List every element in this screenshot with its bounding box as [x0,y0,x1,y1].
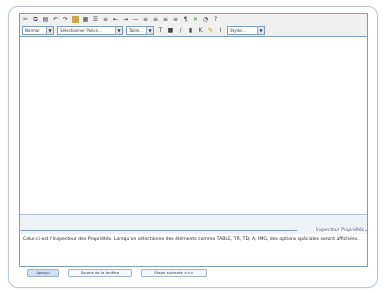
inspector-divider-end [365,230,367,231]
style-select-value: Styles... [230,28,246,33]
tab-source[interactable]: Source de la fenêtre [68,269,132,277]
find-icon[interactable]: ◔ [202,16,209,23]
tab-label: Aperçu [36,270,50,275]
image-icon[interactable] [72,16,79,23]
strikethrough-icon[interactable]: K [197,27,204,34]
chevron-down-icon: ▼ [146,27,153,34]
help-icon[interactable]: ? [212,16,219,23]
paragraph-icon[interactable]: ¶ [182,16,189,23]
highlight-icon[interactable]: ✎ [207,27,214,34]
outdent-icon[interactable]: ⇤ [112,16,119,23]
tab-label: Étape suivante >>> [154,270,194,275]
chevron-down-icon: ▼ [257,27,264,34]
inspector-header: Inspecteur Propriétés [20,214,367,234]
undo-icon[interactable]: ↶ [52,16,59,23]
size-select[interactable]: Taille... ▼ [126,26,154,35]
redo-icon[interactable]: ↷ [62,16,69,23]
cut-icon[interactable]: ✂ [22,16,29,23]
justify-icon[interactable]: ≡ [172,16,179,23]
toolbar-row-1: ✂ ⧉ ▤ ↶ ↷ ▦ ☰ ≡ ⇤ ⇥ — ≡ ≡ ≡ ≡ ¶ ✕ ◔ ? [20,14,367,25]
font-select-value: Sélectionner Police... [60,28,102,33]
tab-next-step[interactable]: Étape suivante >>> [141,269,207,277]
chevron-down-icon: ▼ [115,27,122,34]
inspector-text: Celui-ci est l'Inspecteur des Propriétés… [23,237,359,242]
format-select-value: Normal [25,28,40,33]
chevron-down-icon: ▼ [46,27,53,34]
align-center-icon[interactable]: ≡ [152,16,159,23]
editor-content-area[interactable] [20,38,367,214]
inspector-divider [21,230,297,231]
bullet-list-icon[interactable]: ☰ [92,16,99,23]
link-icon[interactable]: ⌇ [217,27,224,34]
horizontal-rule-icon[interactable]: — [132,16,139,23]
format-select[interactable]: Normal ▼ [22,26,54,35]
text-format-icon[interactable]: T [157,27,164,34]
italic-icon[interactable]: / [177,27,184,34]
tab-label: Source de la fenêtre [80,270,120,275]
style-select[interactable]: Styles... ▼ [227,26,265,35]
table-icon[interactable]: ▦ [82,16,89,23]
align-left-icon[interactable]: ≡ [142,16,149,23]
inspector-title: Inspecteur Propriétés [314,228,365,233]
bold-icon[interactable]: ■ [167,27,174,34]
numbered-list-icon[interactable]: ≡ [102,16,109,23]
indent-icon[interactable]: ⇥ [122,16,129,23]
html-editor: ✂ ⧉ ▤ ↶ ↷ ▦ ☰ ≡ ⇤ ⇥ — ≡ ≡ ≡ ≡ ¶ ✕ ◔ ? No… [19,13,368,267]
underline-icon[interactable]: ▮ [187,27,194,34]
clean-html-icon[interactable]: ✕ [192,16,199,23]
size-select-value: Taille... [129,28,143,33]
paste-icon[interactable]: ▤ [42,16,49,23]
view-tabs: Aperçu Source de la fenêtre Étape suivan… [27,269,216,277]
copy-icon[interactable]: ⧉ [32,16,39,23]
font-select[interactable]: Sélectionner Police... ▼ [57,26,123,35]
align-right-icon[interactable]: ≡ [162,16,169,23]
toolbar-row-2: Normal ▼ Sélectionner Police... ▼ Taille..… [20,25,367,37]
inspector-panel: Celui-ci est l'Inspecteur des Propriétés… [20,234,367,266]
tab-apercu[interactable]: Aperçu [27,269,59,277]
